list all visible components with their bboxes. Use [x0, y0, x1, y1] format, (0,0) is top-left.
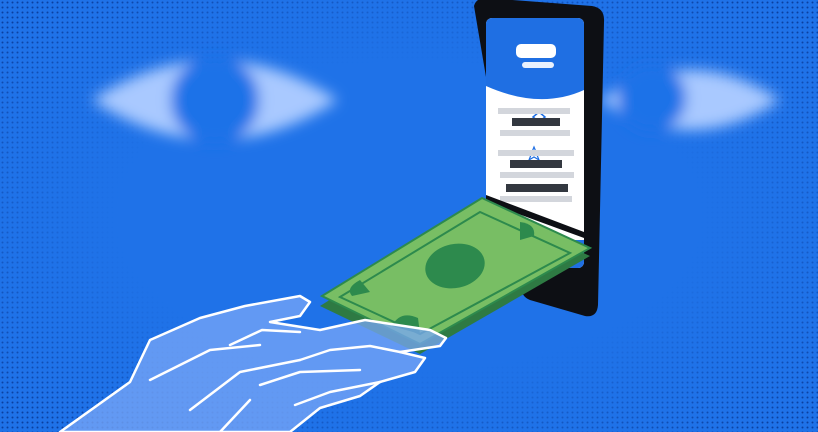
- phone-header-badge: [516, 44, 556, 58]
- illustration-canvas: [0, 0, 818, 432]
- phone-header: [486, 18, 584, 100]
- illustration-svg: [0, 0, 818, 432]
